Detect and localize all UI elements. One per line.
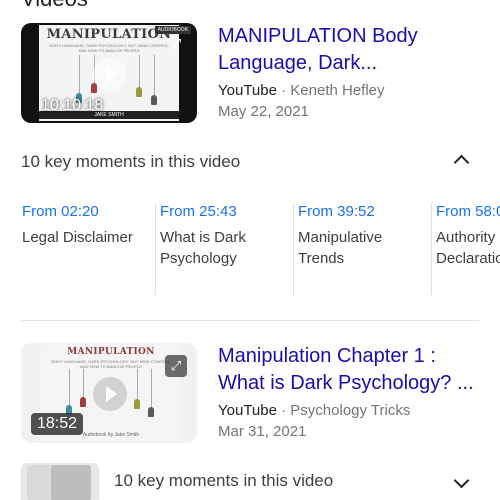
video-duration: 18:52 xyxy=(31,413,84,435)
result-divider xyxy=(21,320,479,321)
key-moment-time[interactable]: From 25:43 xyxy=(160,203,237,220)
key-moment-item[interactable]: From 58:0 Authority Declaratio Strategy xyxy=(435,203,500,295)
expand-icon[interactable]: ⤢ xyxy=(165,33,187,55)
key-moment-item[interactable]: From 25:43 What is Dark Psychology xyxy=(159,203,297,295)
key-moments-carousel[interactable]: From 02:20 Legal Disclaimer From 25:43 W… xyxy=(21,203,500,299)
video-date: Mar 31, 2021 xyxy=(218,423,307,440)
key-moments-toggle[interactable]: 10 key moments in this video xyxy=(21,142,481,182)
video-thumbnail[interactable]: MANIPULATION BODY LANGUAGE, DARK PSYCHOL… xyxy=(21,343,197,443)
chevron-up-icon[interactable] xyxy=(451,148,473,170)
key-moments-label: 10 key moments in this video xyxy=(21,152,241,171)
book-cover-subtitle: BODY LANGUAGE, DARK PSYCHOLOGY, NLP, MIN… xyxy=(49,43,169,53)
video-title-link[interactable]: Manipulation Chapter 1 : What is Dark Ps… xyxy=(218,343,483,397)
key-moment-time[interactable]: From 02:20 xyxy=(22,203,99,220)
source-name: YouTube xyxy=(218,82,277,99)
key-moment-time[interactable]: From 39:52 xyxy=(298,203,375,220)
puppet-figure xyxy=(80,397,86,407)
key-moment-description: What is Dark Psychology xyxy=(160,229,246,267)
key-moment-item[interactable]: From 39:52 Manipulative Trends xyxy=(297,203,435,295)
video-result-1[interactable]: MANIPULATION BODY LANGUAGE, DARK PSYCHOL… xyxy=(21,23,481,133)
puppet-figure xyxy=(134,399,140,409)
video-date: May 22, 2021 xyxy=(218,103,309,120)
puppet-figure xyxy=(148,407,154,417)
video-title-link[interactable]: MANIPULATION Body Language, Dark... xyxy=(218,23,483,77)
video-source: YouTube · Psychology Tricks xyxy=(218,402,410,419)
book-cover-title: MANIPULATION xyxy=(67,347,155,357)
book-cover-subtitle: BODY LANGUAGE, DARK PSYCHOLOGY, NLP, MIN… xyxy=(51,359,171,369)
separator: · xyxy=(276,402,291,419)
channel-name: Keneth Hefley xyxy=(290,82,385,99)
section-title: Videos xyxy=(21,0,88,12)
video-source: YouTube · Keneth Hefley xyxy=(218,82,385,99)
key-moment-description: Authority Declaratio Strategy xyxy=(436,229,500,267)
moment-divider xyxy=(155,203,156,295)
chevron-down-icon[interactable] xyxy=(451,471,473,493)
puppet-figure xyxy=(136,87,142,97)
key-moments-toggle[interactable] xyxy=(21,465,481,500)
puppet-figure xyxy=(151,95,157,105)
key-moment-description: Legal Disclaimer xyxy=(22,229,133,246)
source-name: YouTube xyxy=(218,402,277,419)
play-icon[interactable] xyxy=(93,377,127,411)
video-duration: 10:10:18 xyxy=(41,97,104,114)
moment-divider xyxy=(293,203,294,295)
key-moment-description: Manipulative Trends xyxy=(298,229,383,267)
key-moment-item[interactable]: From 02:20 Legal Disclaimer xyxy=(21,203,159,295)
video-result-2[interactable]: MANIPULATION BODY LANGUAGE, DARK PSYCHOL… xyxy=(21,343,481,447)
channel-name: Psychology Tricks xyxy=(290,402,411,419)
moment-divider xyxy=(431,203,432,295)
expand-icon[interactable]: ⤢ xyxy=(165,355,187,377)
key-moment-time[interactable]: From 58:0 xyxy=(436,203,500,220)
play-icon[interactable] xyxy=(93,57,127,91)
separator: · xyxy=(276,82,291,99)
video-thumbnail[interactable]: MANIPULATION BODY LANGUAGE, DARK PSYCHOL… xyxy=(21,23,197,123)
